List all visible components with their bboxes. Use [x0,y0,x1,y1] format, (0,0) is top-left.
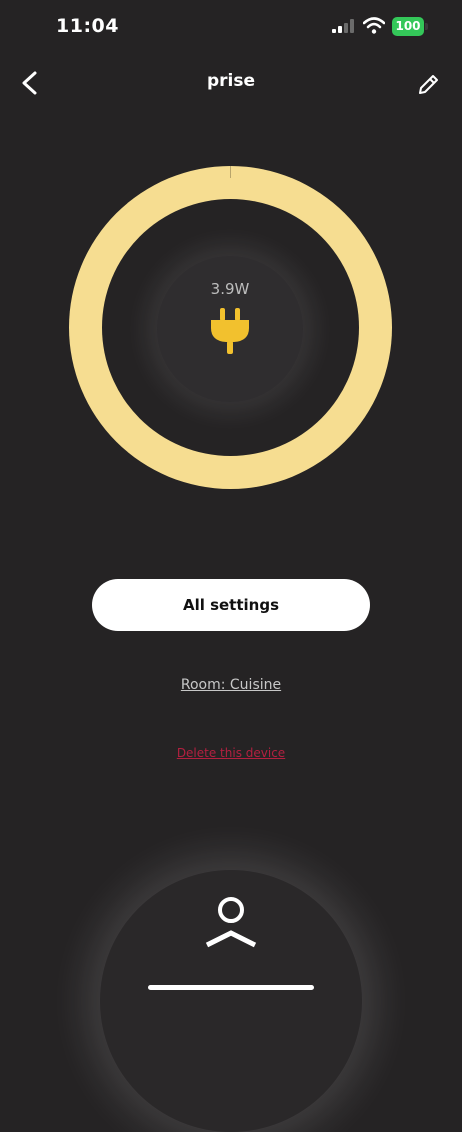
all-settings-button[interactable]: All settings [92,579,370,631]
signal-icon [332,19,354,33]
wifi-icon [363,17,385,34]
ring-tick [230,166,231,178]
status-time: 11:04 [56,15,119,37]
page-title: prise [206,71,256,91]
home-indicator [148,985,314,990]
chevron-left-icon [22,71,37,95]
nav-bar: prise [0,58,462,108]
plug-icon [211,308,249,354]
pencil-icon [419,75,438,94]
user-icon [205,897,257,948]
back-button[interactable] [14,68,48,98]
delete-device-link[interactable]: Delete this device [131,746,331,760]
edit-button[interactable] [412,69,444,99]
battery-tip [425,23,428,30]
power-dial[interactable]: 3.9W [69,166,392,489]
status-bar: 11:04 100 [0,0,462,54]
room-link[interactable]: Room: Cuisine [131,677,331,693]
power-reading: 3.9W [210,280,250,298]
battery-indicator: 100 [392,17,424,36]
